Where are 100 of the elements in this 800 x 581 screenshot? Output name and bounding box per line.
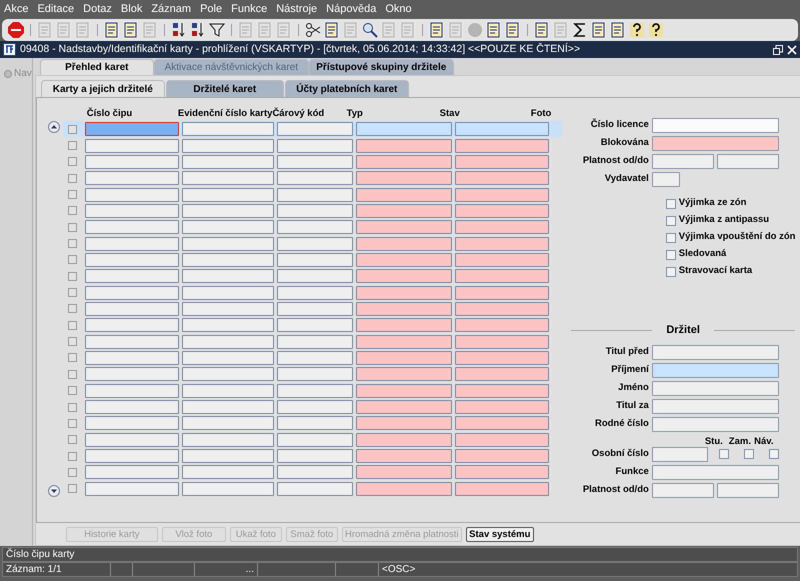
table-cell-field[interactable] — [454, 482, 549, 496]
input-field[interactable] — [652, 380, 779, 396]
input-field[interactable] — [652, 344, 779, 360]
sum-icon[interactable] — [572, 22, 588, 38]
button[interactable]: Stav systému — [466, 526, 534, 542]
input-field[interactable] — [652, 172, 680, 187]
document-icon[interactable] — [324, 22, 340, 38]
table-cell-field[interactable] — [84, 465, 179, 480]
table-cell-field[interactable] — [454, 302, 549, 316]
table-cell-field[interactable] — [182, 154, 274, 169]
input-field[interactable] — [652, 482, 714, 498]
table-cell-field[interactable] — [84, 236, 179, 251]
table-cell-field[interactable] — [276, 204, 353, 218]
table-cell-field[interactable] — [454, 465, 549, 480]
table-cell-field[interactable] — [454, 334, 549, 349]
table-cell-field[interactable] — [454, 171, 549, 186]
table-cell-field[interactable] — [356, 252, 452, 267]
menu-item[interactable]: Blok — [120, 1, 142, 18]
table-cell-field[interactable] — [356, 384, 452, 398]
checkbox[interactable] — [666, 250, 676, 260]
table-cell-field[interactable] — [276, 367, 353, 382]
table-cell-field[interactable] — [454, 269, 549, 284]
input-field[interactable] — [652, 464, 779, 480]
table-cell-field[interactable] — [84, 367, 179, 382]
document-icon[interactable] — [534, 22, 550, 38]
table-cell-field[interactable] — [356, 465, 452, 480]
table-cell-field[interactable] — [182, 384, 274, 398]
table-cell-field[interactable] — [356, 367, 452, 382]
table-cell-field[interactable] — [276, 384, 353, 398]
table-cell-field[interactable] — [84, 286, 179, 300]
table-cell-field[interactable] — [454, 252, 549, 267]
checkbox[interactable] — [769, 449, 780, 459]
table-cell-field[interactable] — [182, 236, 274, 251]
table-cell-field[interactable] — [84, 384, 179, 398]
table-cell-field[interactable] — [454, 318, 549, 332]
table-row[interactable] — [62, 121, 562, 138]
input-field[interactable] — [716, 482, 779, 498]
table-cell-field[interactable] — [182, 188, 274, 202]
menu-item[interactable]: Akce — [4, 1, 28, 18]
document-icon[interactable] — [610, 22, 626, 38]
radio-icon[interactable] — [4, 70, 12, 78]
table-cell-field[interactable] — [182, 334, 274, 349]
table-cell-field[interactable] — [84, 350, 179, 365]
search-icon[interactable] — [362, 22, 378, 38]
table-cell-field[interactable] — [182, 122, 274, 136]
table-cell-field[interactable] — [182, 220, 274, 234]
checkbox[interactable] — [666, 216, 676, 226]
table-cell-field[interactable] — [182, 252, 274, 267]
table-cell-field[interactable] — [276, 269, 353, 284]
tab[interactable]: Přístupové skupiny držitele — [308, 59, 454, 75]
row-checkbox[interactable] — [68, 353, 77, 362]
table-cell-field[interactable] — [182, 204, 274, 218]
table-cell-field[interactable] — [182, 269, 274, 284]
restore-icon[interactable] — [773, 44, 783, 54]
checkbox[interactable] — [666, 232, 676, 242]
table-cell-field[interactable] — [182, 286, 274, 300]
table-cell-field[interactable] — [84, 416, 179, 430]
table-cell-field[interactable] — [356, 400, 452, 414]
table-cell-field[interactable] — [454, 236, 549, 251]
table-cell-field[interactable] — [276, 334, 353, 349]
row-checkbox[interactable] — [68, 255, 77, 264]
checkbox[interactable] — [666, 198, 676, 208]
table-cell-field[interactable] — [182, 449, 274, 464]
row-checkbox[interactable] — [68, 386, 77, 396]
table-cell-field[interactable] — [276, 400, 353, 414]
table-cell-field[interactable] — [454, 432, 549, 447]
table-cell-field[interactable] — [182, 302, 274, 316]
input-field[interactable] — [652, 136, 779, 151]
table-cell-field[interactable] — [276, 171, 353, 186]
scissors-icon[interactable] — [305, 22, 321, 38]
row-checkbox[interactable] — [68, 124, 77, 134]
tab[interactable]: Držitelé karet — [166, 80, 284, 97]
input-field[interactable] — [652, 154, 714, 169]
table-cell-field[interactable] — [182, 416, 274, 430]
row-checkbox[interactable] — [68, 435, 77, 444]
sort-icon[interactable] — [171, 22, 187, 38]
table-cell-field[interactable] — [84, 432, 179, 447]
table-cell-field[interactable] — [84, 204, 179, 218]
table-cell-field[interactable] — [276, 122, 353, 136]
scroll-down-icon[interactable] — [48, 485, 60, 497]
table-cell-field[interactable] — [356, 204, 452, 218]
document-icon[interactable] — [591, 22, 607, 38]
document-icon[interactable] — [486, 22, 502, 38]
table-cell-field[interactable] — [182, 318, 274, 332]
row-checkbox[interactable] — [68, 157, 77, 166]
table-cell-field[interactable] — [454, 138, 549, 153]
row-checkbox[interactable] — [68, 239, 77, 248]
document-icon[interactable] — [123, 22, 139, 38]
table-cell-field[interactable] — [454, 286, 549, 300]
table-cell-field[interactable] — [356, 188, 452, 202]
table-cell-field[interactable] — [454, 384, 549, 398]
table-cell-field[interactable] — [454, 449, 549, 464]
filter-icon[interactable] — [209, 22, 225, 38]
table-cell-field[interactable] — [84, 138, 179, 153]
table-cell-field[interactable] — [276, 482, 353, 496]
menu-item[interactable]: Funkce — [231, 1, 268, 18]
stop-icon[interactable] — [8, 22, 24, 38]
menu-item[interactable]: Dotaz — [83, 1, 112, 18]
row-checkbox[interactable] — [68, 206, 77, 216]
table-cell-field[interactable] — [356, 416, 452, 430]
